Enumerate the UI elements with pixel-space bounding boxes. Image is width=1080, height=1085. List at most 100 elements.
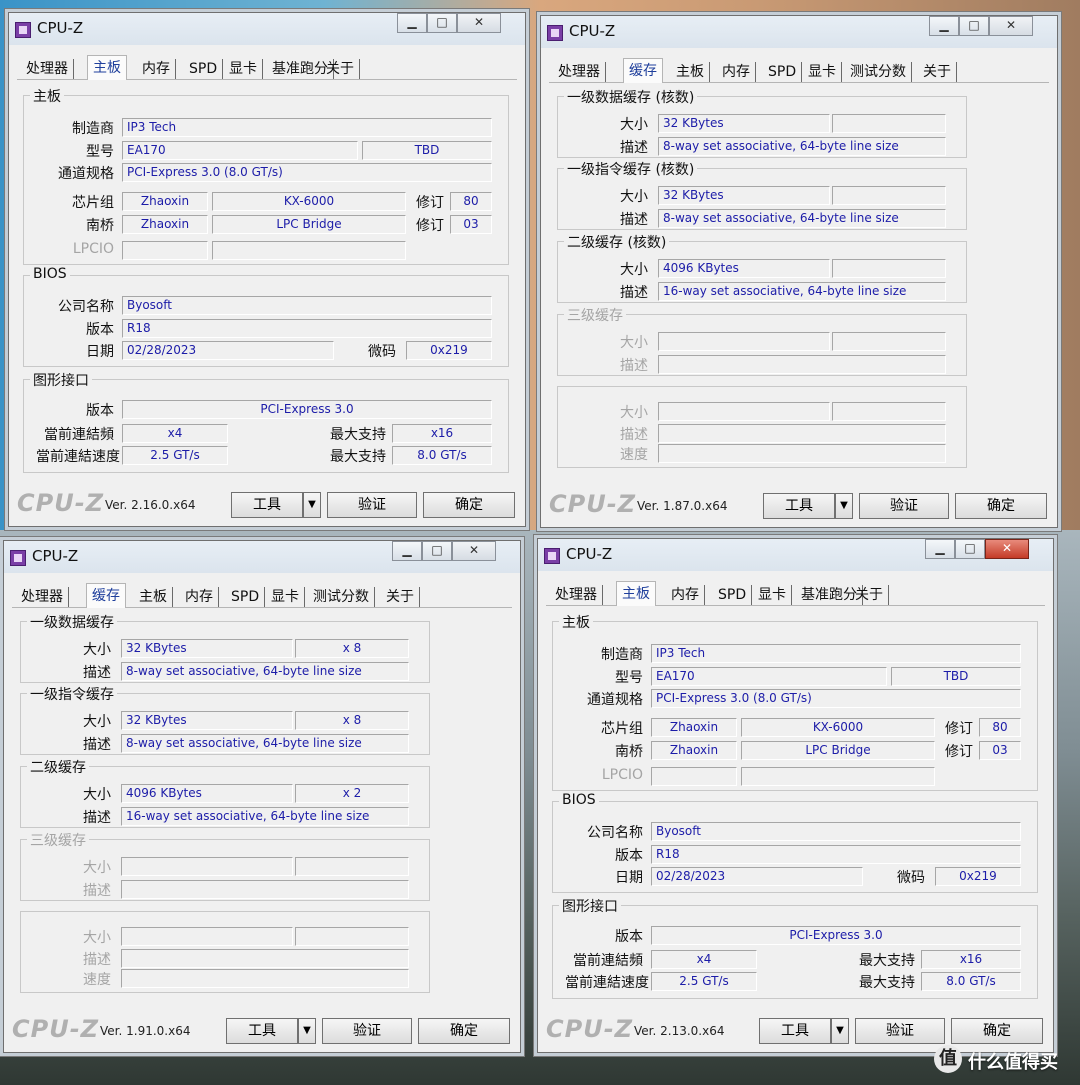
bios-group: BIOS 公司名称 Byosoft 版本 R18 日期 02/28/2023 微码 0x219 [23, 266, 509, 367]
tools-dropdown-button[interactable]: ▼ [298, 1018, 316, 1044]
tab-1[interactable]: 缓存 [86, 583, 126, 608]
tools-button[interactable]: 工具 [231, 492, 303, 518]
tab-0[interactable]: 处理器 [553, 62, 606, 82]
l1i-size-value: 32 KBytes [658, 186, 830, 205]
tab-6[interactable]: 关于 [321, 59, 360, 79]
chipset-revision-value: 80 [979, 718, 1021, 737]
bios-version-label: 版本 [615, 848, 643, 864]
tab-3[interactable]: 内存 [180, 587, 219, 607]
tab-7[interactable]: 关于 [381, 587, 420, 607]
tab-3[interactable]: SPD [184, 59, 224, 79]
l2-desc-label: 描述 [83, 810, 111, 826]
link-width-value: x4 [122, 424, 228, 443]
tab-2[interactable]: 主板 [134, 587, 173, 607]
cpuz-logo: CPU-Z [549, 490, 637, 518]
minimize-button[interactable]: ▁ [392, 541, 422, 561]
tab-3[interactable]: 内存 [717, 62, 756, 82]
title-bar[interactable]: CPU-Z ▁ □ ✕ [9, 13, 525, 45]
tab-5[interactable]: 显卡 [266, 587, 305, 607]
tab-6[interactable]: 关于 [850, 585, 889, 605]
validate-button[interactable]: 验证 [855, 1018, 945, 1044]
title-bar[interactable]: CPU-Z ▁ □ ✕ [541, 16, 1057, 48]
bios-brand-value: Byosoft [651, 822, 1021, 841]
tab-1[interactable]: 主板 [87, 55, 127, 80]
bios-group-title: BIOS [30, 266, 70, 282]
tab-1[interactable]: 主板 [616, 581, 656, 606]
tab-0[interactable]: 处理器 [550, 585, 603, 605]
window-title: CPU-Z [37, 19, 84, 37]
l3-cache-group: 三级缓存 大小 描述 [20, 830, 430, 901]
ok-button[interactable]: 确定 [418, 1018, 510, 1044]
tab-6[interactable]: 测试分数 [308, 587, 375, 607]
l1d-size-label: 大小 [620, 117, 648, 133]
tab-0[interactable]: 处理器 [21, 59, 74, 79]
tools-dropdown-button[interactable]: ▼ [835, 493, 853, 519]
maximize-button[interactable]: □ [427, 13, 457, 33]
close-button[interactable]: ✕ [985, 539, 1029, 559]
close-button[interactable]: ✕ [457, 13, 501, 33]
tools-button[interactable]: 工具 [226, 1018, 298, 1044]
microcode-label: 微码 [897, 870, 925, 886]
minimize-button[interactable]: ▁ [397, 13, 427, 33]
chipset-label: 芯片组 [601, 721, 643, 737]
tab-2[interactable]: 内存 [137, 59, 176, 79]
motherboard-group: 主板 制造商 IP3 Tech 型号 EA170 TBD 通道规格 PCI-Express 3… [23, 86, 509, 265]
extra-cache-group: 大小 描述 速度 [20, 911, 430, 993]
minimize-button[interactable]: ▁ [929, 16, 959, 36]
tab-4[interactable]: SPD [226, 587, 266, 607]
bios-version-label: 版本 [86, 322, 114, 338]
tools-button[interactable]: 工具 [763, 493, 835, 519]
motherboard-group-title: 主板 [30, 86, 64, 106]
maximize-button[interactable]: □ [955, 539, 985, 559]
graphic-interface-group: 图形接口 版本 PCI-Express 3.0 當前連結頻 x4 最大支持 x16 當前連結速… [23, 370, 509, 473]
tab-6[interactable]: 测试分数 [845, 62, 912, 82]
validate-button[interactable]: 验证 [322, 1018, 412, 1044]
extra-desc-label: 描述 [83, 952, 111, 968]
validate-button[interactable]: 验证 [859, 493, 949, 519]
tools-dropdown-button[interactable]: ▼ [831, 1018, 849, 1044]
bios-group: BIOS 公司名称 Byosoft 版本 R18 日期 02/28/2023 微码 0x219 [552, 792, 1038, 893]
tab-4[interactable]: 显卡 [224, 59, 263, 79]
tab-4[interactable]: 显卡 [753, 585, 792, 605]
tools-button[interactable]: 工具 [759, 1018, 831, 1044]
close-button[interactable]: ✕ [452, 541, 496, 561]
tab-1[interactable]: 缓存 [623, 58, 663, 83]
title-bar[interactable]: CPU-Z ▁ □ ✕ [538, 539, 1053, 571]
extra-speed-label: 速度 [83, 972, 111, 988]
tab-5[interactable]: 显卡 [803, 62, 842, 82]
validate-button[interactable]: 验证 [327, 492, 417, 518]
maximize-button[interactable]: □ [422, 541, 452, 561]
tab-0[interactable]: 处理器 [16, 587, 69, 607]
chipset-label: 芯片组 [72, 195, 114, 211]
close-button[interactable]: ✕ [989, 16, 1033, 36]
l2-cache-group: 二级缓存 (核数) 大小 4096 KBytes 描述 16-way set assoc… [557, 232, 967, 303]
ok-button[interactable]: 确定 [955, 493, 1047, 519]
l1d-count-value: x 8 [295, 639, 409, 658]
l1i-desc-value: 8-way set associative, 64-byte line size [121, 734, 409, 753]
l2-size-value: 4096 KBytes [658, 259, 830, 278]
l2-desc-value: 16-way set associative, 64-byte line siz… [658, 282, 946, 301]
tab-4[interactable]: SPD [763, 62, 803, 82]
tab-2[interactable]: 主板 [671, 62, 710, 82]
l1-data-cache-group: 一级数据缓存 大小 32 KBytes x 8 描述 8-way set associat… [20, 612, 430, 683]
minimize-button[interactable]: ▁ [925, 539, 955, 559]
ok-button[interactable]: 确定 [423, 492, 515, 518]
l1d-desc-value: 8-way set associative, 64-byte line size [658, 137, 946, 156]
tab-7[interactable]: 关于 [918, 62, 957, 82]
extra-size-label: 大小 [83, 930, 111, 946]
l1i-count-value: x 8 [295, 711, 409, 730]
l1-instruction-cache-group: 一级指令缓存 (核数) 大小 32 KBytes 描述 8-way set associ… [557, 159, 967, 230]
tab-2[interactable]: 内存 [666, 585, 705, 605]
graphic-version-label: 版本 [86, 403, 114, 419]
tools-dropdown-button[interactable]: ▼ [303, 492, 321, 518]
lpcio-label: LPCIO [601, 767, 643, 783]
l1d-count-value [832, 114, 946, 133]
tab-3[interactable]: SPD [713, 585, 753, 605]
maximize-button[interactable]: □ [959, 16, 989, 36]
ok-button[interactable]: 确定 [951, 1018, 1043, 1044]
cpuz-window-tr: CPU-Z ▁ □ ✕ 处理器 缓存 主板 内存 SPD 显卡 测试分数 关于 一级数据缓存 (核数) 大… [540, 15, 1058, 528]
title-bar[interactable]: CPU-Z ▁ □ ✕ [4, 541, 520, 573]
graphic-interface-group-title: 图形接口 [30, 370, 92, 390]
link-speed-value: 2.5 GT/s [122, 446, 228, 465]
motherboard-group-title: 主板 [559, 612, 593, 632]
